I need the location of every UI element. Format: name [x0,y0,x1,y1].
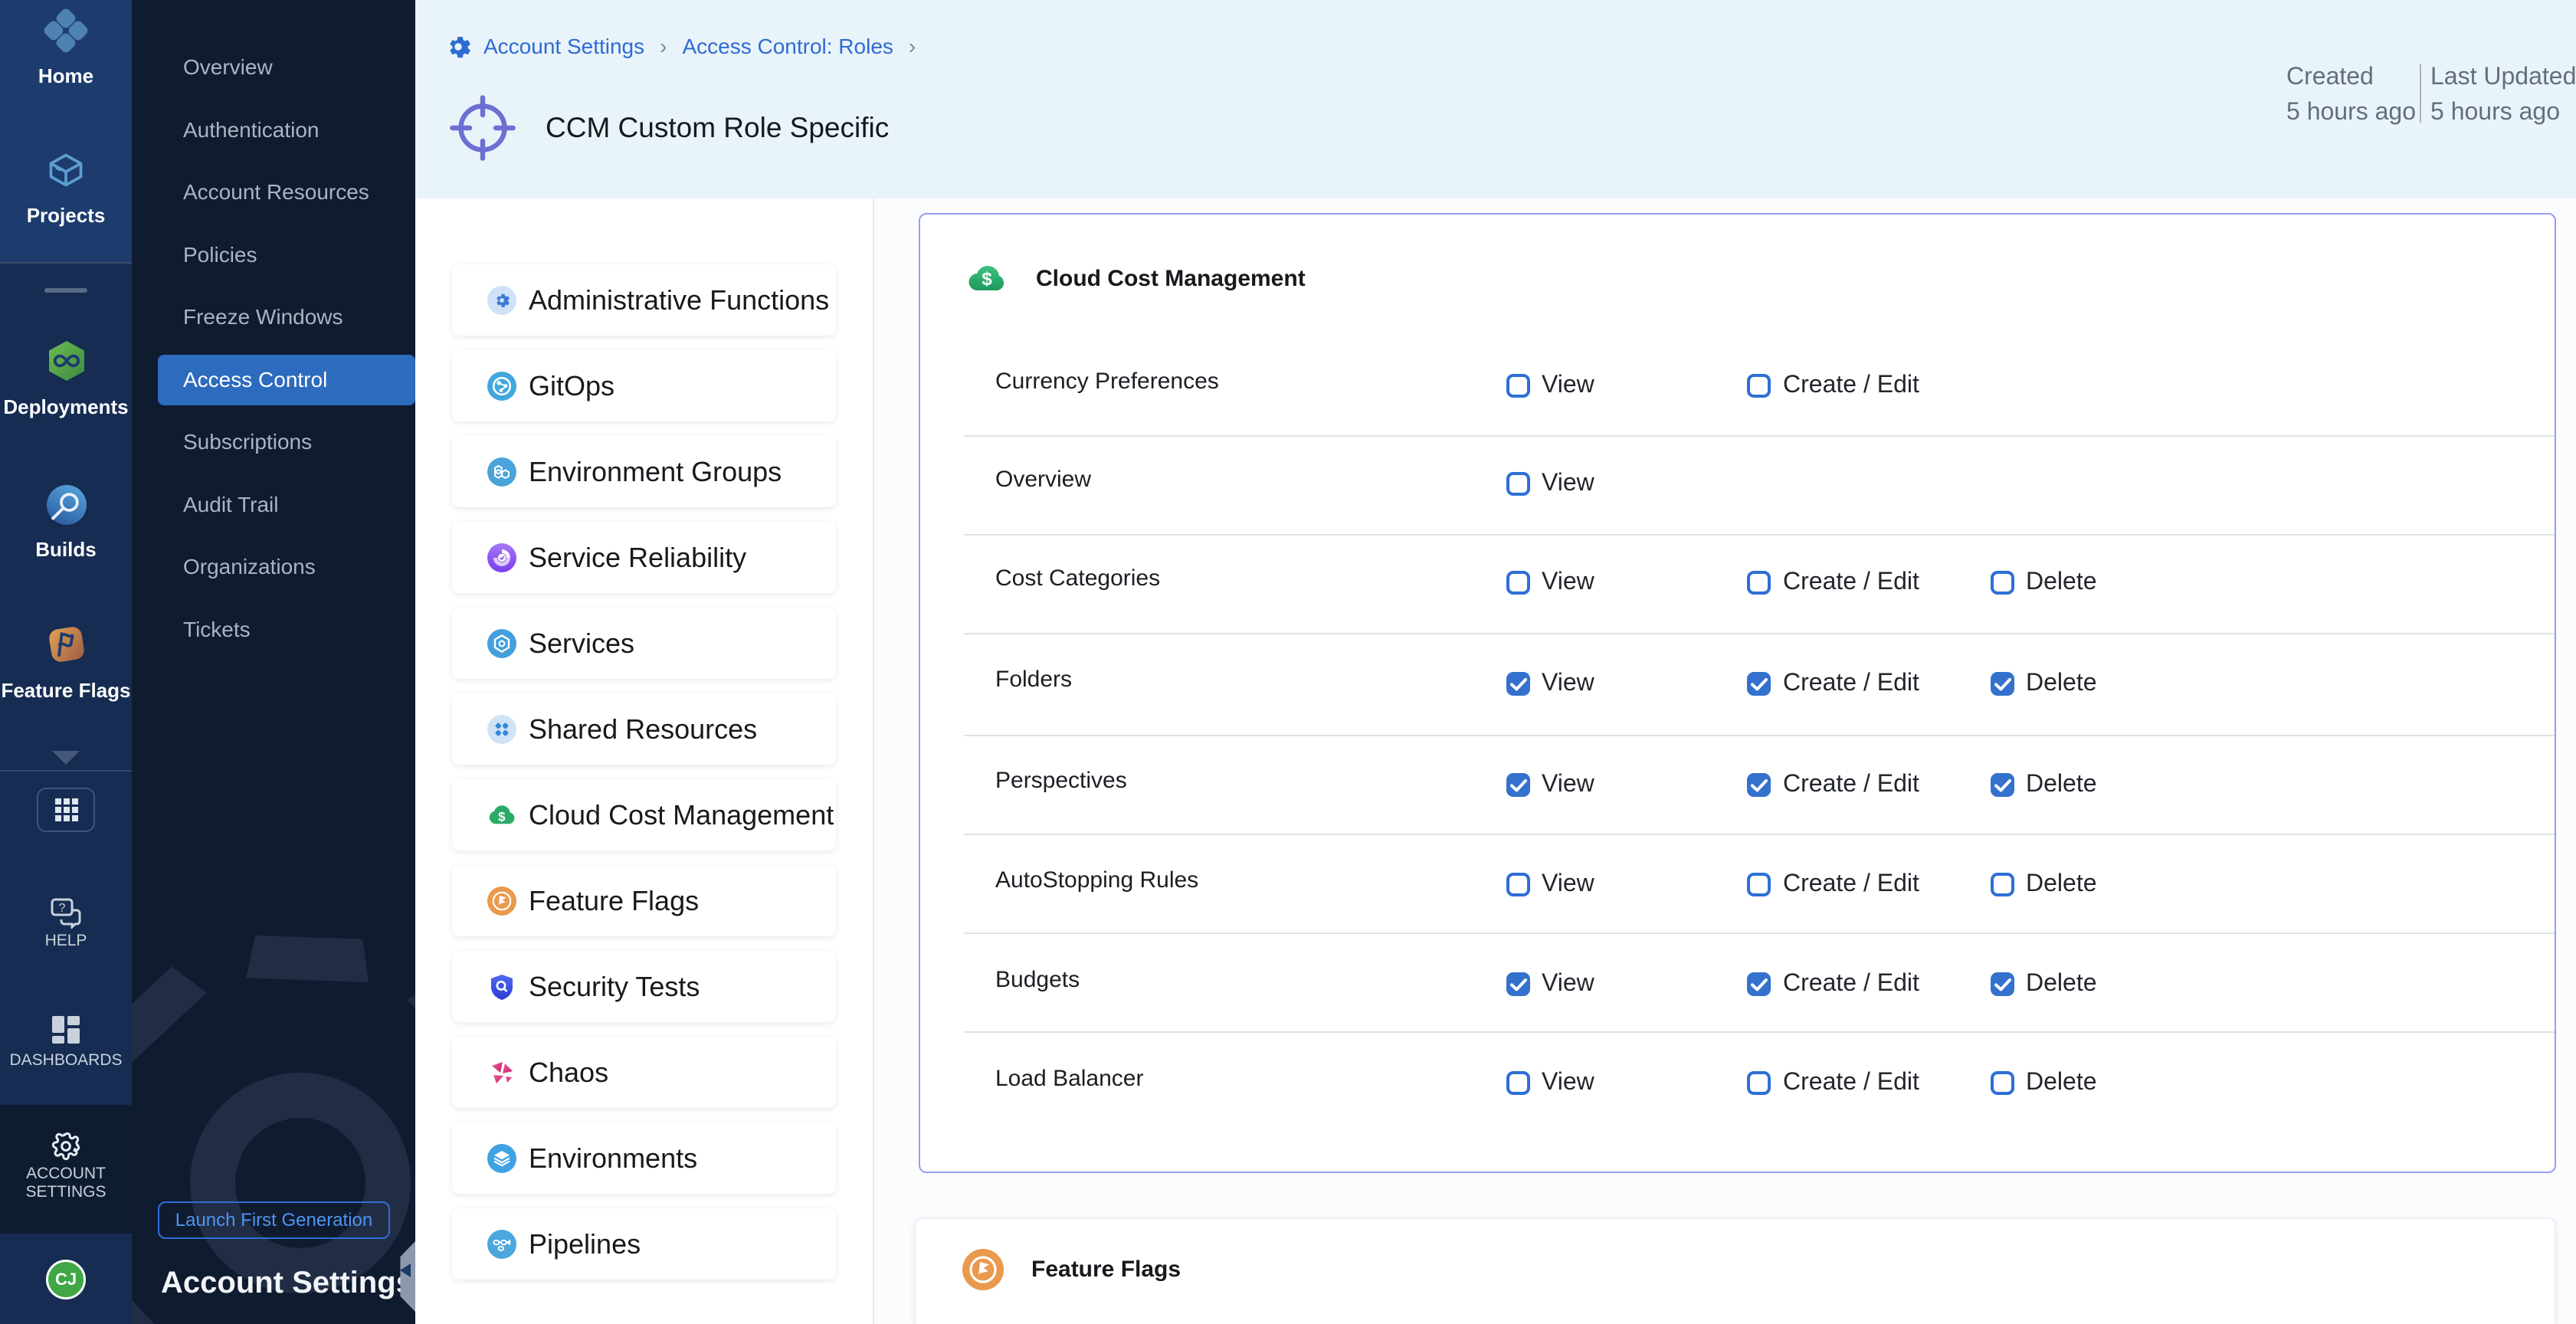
svg-text:$: $ [982,269,992,290]
svg-text:?: ? [59,902,66,915]
svg-text:$: $ [498,809,506,824]
